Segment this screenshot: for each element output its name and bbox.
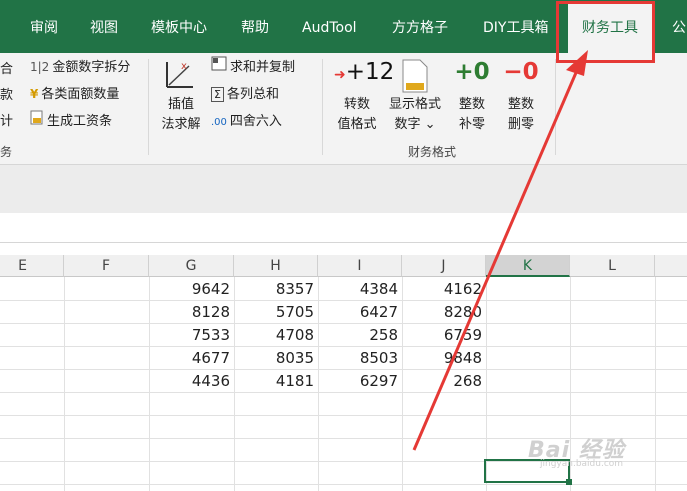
watermark-url: jingyan.baidu.com [540,459,624,469]
excel-window: { "ribbon": { "tabs": [ {"label": "审阅"},… [0,0,687,491]
red-arrow [412,50,588,451]
baidu-watermark: Bai 经验 jingyan.baidu.com [528,432,648,472]
